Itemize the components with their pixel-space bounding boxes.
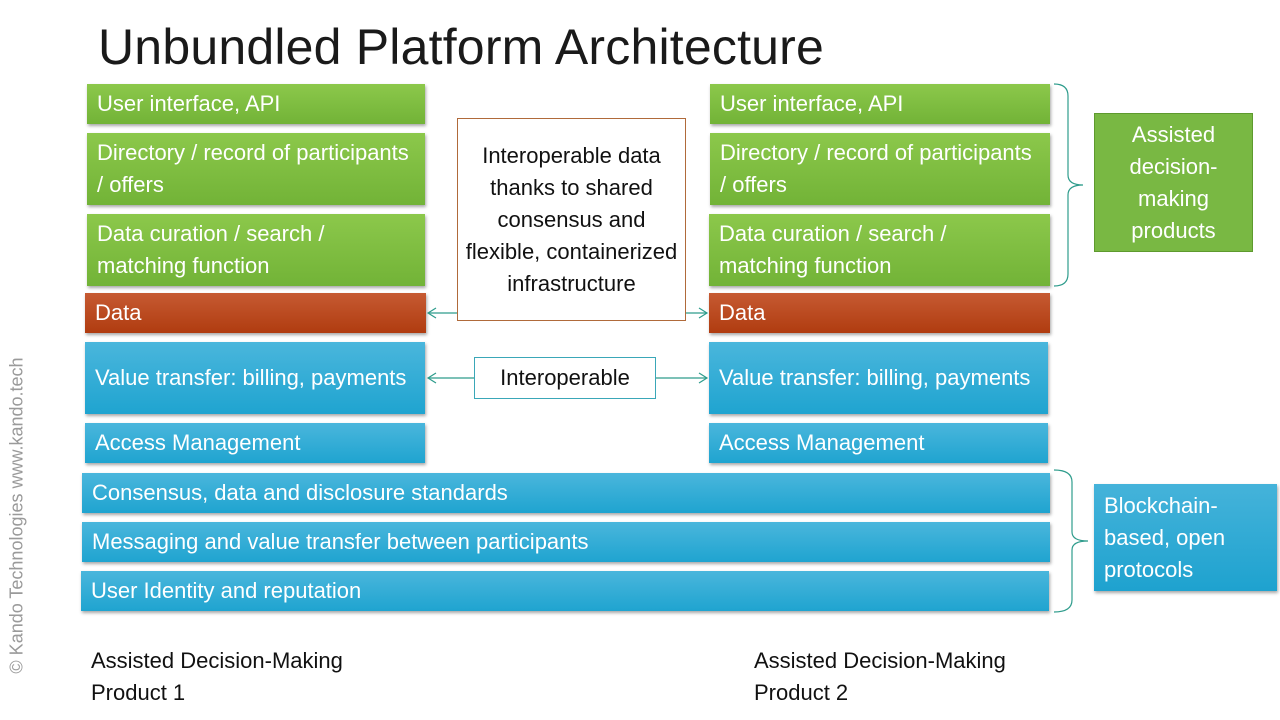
value-arrow-left <box>426 372 475 384</box>
interoperable-value-callout: Interoperable <box>474 357 656 399</box>
brace-bottom-icon <box>1053 469 1089 613</box>
value-arrow-right <box>655 372 709 384</box>
copyright-watermark: © Kando Technologies www.kando.tech <box>6 357 27 674</box>
side-label-blockchain-protocols: Blockchain-based, open protocols <box>1094 484 1277 591</box>
side-label-assisted-products: Assisted decision-making products <box>1094 113 1253 252</box>
data-arrow-right <box>685 307 709 319</box>
product2-caption: Assisted Decision-Making Product 2 <box>754 648 1006 705</box>
product1-caption: Assisted Decision-Making Product 1 <box>91 648 343 705</box>
interoperable-data-callout: Interoperable data thanks to shared cons… <box>457 118 686 321</box>
brace-top-icon <box>1053 83 1084 287</box>
data-arrow-left <box>426 307 458 319</box>
